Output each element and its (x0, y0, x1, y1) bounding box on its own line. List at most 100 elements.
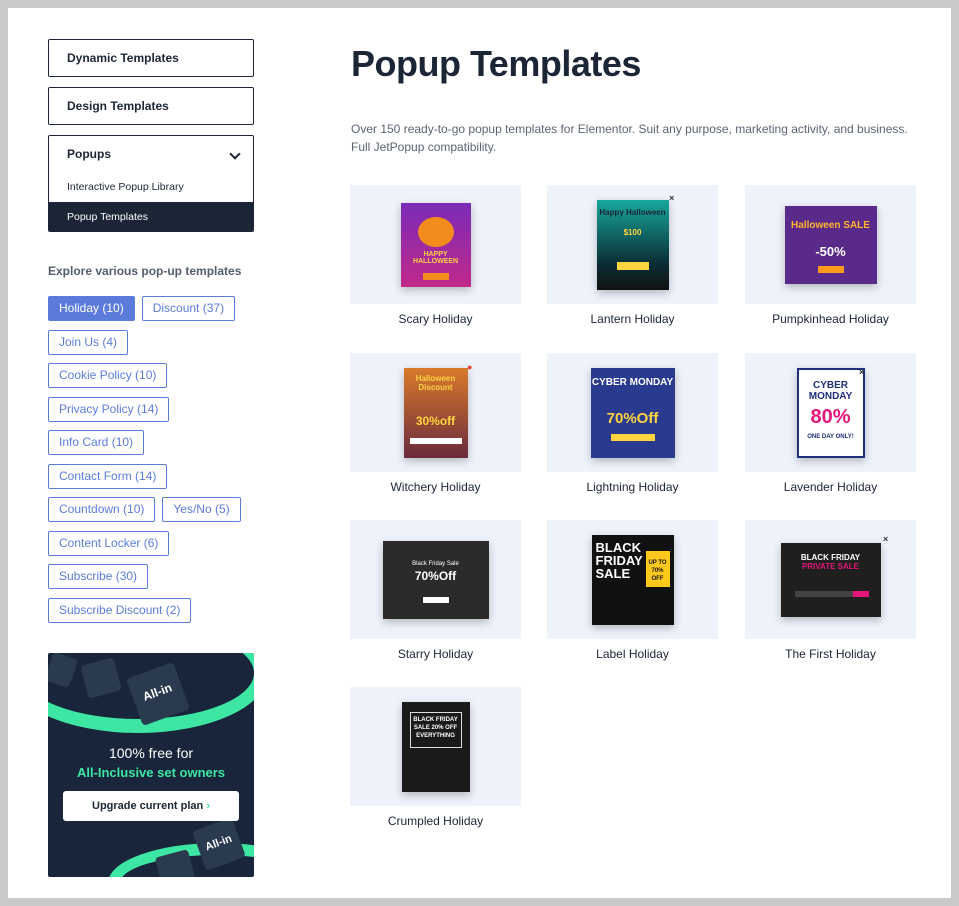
template-name[interactable]: Lantern Holiday (547, 312, 718, 326)
promo-line-2: All-Inclusive set owners (76, 765, 226, 780)
tag-privacy-policy[interactable]: Privacy Policy (14) (48, 396, 170, 422)
template-name[interactable]: Lightning Holiday (547, 480, 718, 494)
template-card[interactable]: HAPPY HALLOWEEN Scary Holiday (350, 185, 521, 326)
promo-line-1: 100% free for (108, 745, 194, 761)
nav-popups-toggle[interactable]: Popups (49, 136, 253, 172)
template-card[interactable]: BLACK FRIDAY SALE UP TO 70% OFF Label Ho… (547, 520, 718, 661)
preview-button (616, 261, 649, 270)
nav-design-templates[interactable]: Design Templates (48, 87, 254, 125)
template-thumbnail[interactable]: Black Friday Sale 70%Off (350, 520, 521, 639)
template-card[interactable]: CYBER MONDAY 80% ONE DAY ONLY! × Lavende… (745, 353, 916, 494)
page-description: Over 150 ready-to-go popup templates for… (351, 122, 908, 154)
preview-text: PRIVATE SALE (801, 561, 860, 571)
tag-join-us[interactable]: Join Us (4) (48, 329, 129, 355)
nav-popups-label: Popups (67, 147, 111, 161)
template-thumbnail[interactable]: BLACK FRIDAY SALE 20% OFF EVERYTHING (350, 687, 521, 806)
template-name[interactable]: Scary Holiday (350, 312, 521, 326)
category-tags: Holiday (10) Discount (37) Join Us (4) C… (48, 296, 278, 631)
template-thumbnail[interactable]: CYBER MONDAY 80% ONE DAY ONLY! × (745, 353, 916, 472)
nav-interactive-popup-library[interactable]: Interactive Popup Library (49, 172, 253, 202)
template-card[interactable]: BLACK FRIDAY PRIVATE SALE × The First Ho… (745, 520, 916, 661)
preview-button (422, 272, 449, 280)
nav-popups: Popups Interactive Popup Library Popup T… (48, 135, 254, 232)
template-thumbnail[interactable]: CYBER MONDAY 70%Off (547, 353, 718, 472)
preview-text: Black Friday Sale (412, 560, 459, 567)
tag-countdown[interactable]: Countdown (10) (48, 497, 156, 522)
tag-subscribe-discount[interactable]: Subscribe Discount (2) (48, 597, 192, 623)
preview-text: CYBER MONDAY (591, 376, 674, 388)
page: Dynamic Templates Design Templates Popup… (8, 8, 951, 898)
preview-text: 70%Off (414, 568, 457, 583)
template-card[interactable]: Halloween Discount 30%off ● Witchery Hol… (350, 353, 521, 494)
close-icon: × (883, 534, 889, 544)
preview-text: Halloween Discount (415, 373, 456, 392)
pumpkin-icon (417, 216, 454, 247)
preview-text: ONE DAY ONLY! (807, 433, 854, 440)
chevron-right-icon: › (206, 800, 210, 812)
template-name[interactable]: Pumpkinhead Holiday (745, 312, 916, 326)
popup-preview: BLACK FRIDAY SALE UP TO 70% OFF (591, 534, 674, 625)
template-thumbnail[interactable]: BLACK FRIDAY SALE UP TO 70% OFF (547, 520, 718, 639)
template-card[interactable]: Happy Halloween $100 × Lantern Holiday (547, 185, 718, 326)
popup-preview: Halloween Discount 30%off (403, 367, 468, 458)
template-thumbnail[interactable]: HAPPY HALLOWEEN (350, 185, 521, 304)
preview-button (422, 596, 449, 603)
template-card[interactable]: CYBER MONDAY 70%Off Lightning Holiday (547, 353, 718, 494)
template-name[interactable]: Crumpled Holiday (350, 814, 521, 828)
template-card[interactable]: Halloween SALE -50% Pumpkinhead Holiday (745, 185, 916, 326)
preview-text: 30%off (415, 413, 456, 428)
close-icon: × (669, 193, 675, 203)
preview-text: Halloween SALE (791, 219, 870, 231)
template-name[interactable]: The First Holiday (745, 647, 916, 661)
preview-text: -50% (815, 243, 846, 259)
close-icon: ● (467, 362, 473, 372)
template-thumbnail[interactable]: BLACK FRIDAY PRIVATE SALE × (745, 520, 916, 639)
preview-input (794, 590, 853, 597)
preview-text: $100 (623, 227, 642, 237)
tag-contact-form[interactable]: Contact Form (14) (48, 463, 168, 489)
template-thumbnail[interactable]: Happy Halloween $100 × (547, 185, 718, 304)
tag-info-card[interactable]: Info Card (10) (48, 430, 145, 455)
popup-preview: BLACK FRIDAY SALE 20% OFF EVERYTHING (401, 701, 470, 792)
tag-cookie-policy[interactable]: Cookie Policy (10) (48, 363, 168, 388)
promo-banner: All-in All-in 100% free for All-Inclusiv… (48, 653, 254, 877)
tag-yes-no[interactable]: Yes/No (5) (162, 497, 241, 522)
upgrade-plan-button[interactable]: Upgrade current plan › (63, 791, 239, 821)
popup-preview: Happy Halloween $100 (596, 199, 669, 290)
preview-text: Happy Halloween (599, 207, 666, 217)
price-tag-icon: UP TO 70% OFF (645, 550, 670, 587)
preview-text: HAPPY HALLOWEEN (412, 250, 459, 265)
preview-text: 70%Off (606, 409, 659, 427)
template-name[interactable]: Lavender Holiday (745, 480, 916, 494)
preview-text: BLACK FRIDAY SALE 20% OFF EVERYTHING (409, 711, 462, 748)
popup-preview: CYBER MONDAY 70%Off (590, 367, 675, 458)
popup-preview: BLACK FRIDAY PRIVATE SALE (780, 542, 881, 617)
preview-button (852, 590, 869, 597)
popup-preview: CYBER MONDAY 80% ONE DAY ONLY! (796, 367, 865, 458)
template-name[interactable]: Starry Holiday (350, 647, 521, 661)
template-name[interactable]: Label Holiday (547, 647, 718, 661)
preview-text: CYBER MONDAY (808, 379, 853, 402)
preview-button (610, 433, 655, 441)
preview-text: BLACK FRIDAY SALE (595, 539, 643, 581)
template-thumbnail[interactable]: Halloween Discount 30%off ● (350, 353, 521, 472)
preview-input (409, 437, 462, 444)
template-card[interactable]: BLACK FRIDAY SALE 20% OFF EVERYTHING Cru… (350, 687, 521, 828)
nav-popup-templates[interactable]: Popup Templates (49, 202, 253, 231)
popup-preview: HAPPY HALLOWEEN (400, 202, 471, 287)
preview-text: 80% (810, 405, 851, 428)
page-title: Popup Templates (351, 43, 641, 84)
preview-text: BLACK FRIDAY (800, 552, 861, 562)
tag-holiday[interactable]: Holiday (10) (48, 296, 135, 321)
template-name[interactable]: Witchery Holiday (350, 480, 521, 494)
template-thumbnail[interactable]: Halloween SALE -50% (745, 185, 916, 304)
tag-content-locker[interactable]: Content Locker (6) (48, 530, 170, 556)
nav-dynamic-templates-label: Dynamic Templates (67, 51, 179, 65)
popup-preview: Black Friday Sale 70%Off (382, 540, 489, 619)
popup-preview: Halloween SALE -50% (784, 205, 877, 284)
tag-discount[interactable]: Discount (37) (141, 296, 236, 321)
template-card[interactable]: Black Friday Sale 70%Off Starry Holiday (350, 520, 521, 661)
close-icon: × (859, 367, 865, 377)
nav-dynamic-templates[interactable]: Dynamic Templates (48, 39, 254, 77)
tag-subscribe[interactable]: Subscribe (30) (48, 564, 149, 589)
